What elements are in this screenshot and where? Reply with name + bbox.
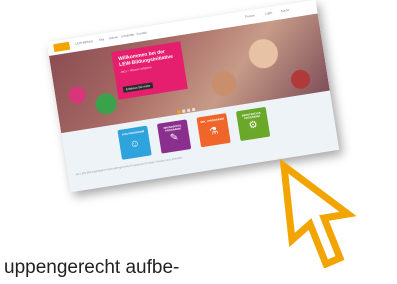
smile-icon: ☺ [128, 137, 141, 151]
slider-dot[interactable] [182, 109, 186, 113]
util-link[interactable]: Presse [245, 13, 255, 18]
site-logo[interactable] [53, 41, 71, 53]
hero-banner: Willkommen bei der LEW-Bildungsinitiativ… [111, 41, 188, 100]
tile-kita[interactable]: KITA PROGRAMM ☺ [117, 125, 152, 160]
nav-item[interactable]: Lehrkräfte [121, 32, 135, 38]
nav-item[interactable]: Kontakt [136, 30, 147, 36]
cursor-arrow-icon [279, 158, 357, 268]
slider-dot[interactable] [186, 108, 191, 113]
nav-item[interactable]: Kita [99, 37, 105, 42]
tile-berufsschule[interactable]: BERUFSSCHUL PROGRAMM ⚙ [235, 106, 271, 142]
util-link[interactable]: Login [265, 11, 273, 16]
nav-item[interactable]: LEW-Bildung [75, 39, 93, 46]
caption-text: uppengerecht aufbe- [4, 257, 180, 278]
hero-button[interactable]: Erfahren Sie mehr [122, 82, 154, 93]
flask-icon: ⚗ [208, 125, 220, 138]
slider-dot[interactable] [191, 107, 196, 112]
util-link[interactable]: Suche [281, 8, 290, 13]
tile-sek1[interactable]: SEK. I PROGRAMM ⚗ [196, 113, 231, 148]
slider-dot[interactable] [177, 110, 181, 114]
nav-item[interactable]: Schule [109, 35, 119, 40]
tile-grundschule[interactable]: GRUNDSCHUL PROGRAMM ✎ [156, 119, 192, 154]
